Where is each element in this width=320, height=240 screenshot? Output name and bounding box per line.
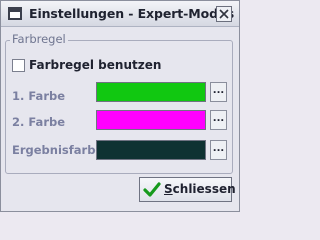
close-button-mnemonic: S xyxy=(164,182,173,196)
checkmark-icon xyxy=(143,182,161,197)
second-color-picker-button[interactable]: ... xyxy=(210,110,227,130)
close-icon xyxy=(219,9,229,19)
second-color-swatch xyxy=(96,110,206,130)
first-color-label: 1. Farbe xyxy=(12,89,66,103)
use-color-rule-label[interactable]: Farbregel benutzen xyxy=(29,58,161,72)
use-color-rule-checkbox[interactable] xyxy=(12,59,25,72)
first-color-swatch xyxy=(96,82,206,102)
result-color-swatch xyxy=(96,140,206,160)
window-title: Einstellungen - Expert-Modus xyxy=(29,6,235,21)
title-bar[interactable]: Einstellungen - Expert-Modus xyxy=(1,1,239,27)
close-button-label: Schliessen xyxy=(164,182,236,196)
group-title: Farbregel xyxy=(10,32,68,46)
result-color-picker-button[interactable]: ... xyxy=(210,140,227,160)
result-color-label: Ergebnisfarbe xyxy=(12,143,104,157)
window-icon xyxy=(8,7,22,20)
close-window-button[interactable] xyxy=(216,6,232,22)
close-button-label-rest: chliessen xyxy=(172,182,236,196)
first-color-picker-button[interactable]: ... xyxy=(210,82,227,102)
second-color-label: 2. Farbe xyxy=(12,115,66,129)
close-button[interactable]: Schliessen xyxy=(139,177,236,202)
